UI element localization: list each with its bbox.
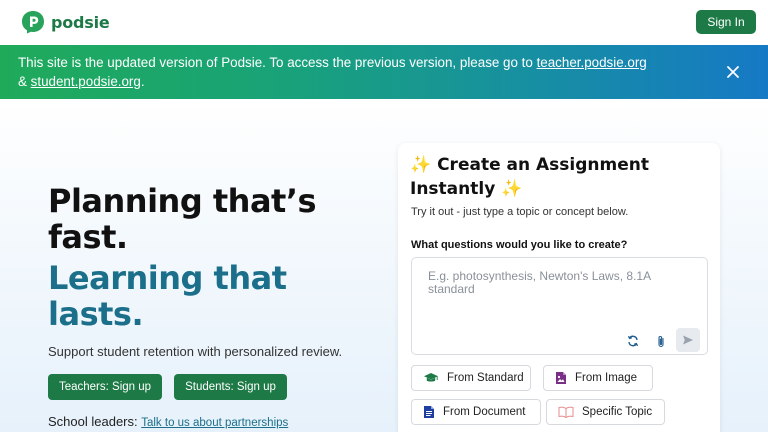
school-leaders-line: School leaders: Talk to us about partner… [48,414,288,429]
from-document-label: From Document [443,406,526,418]
specific-topic-button[interactable]: Specific Topic [546,399,665,425]
send-icon [683,335,693,345]
sign-in-button[interactable]: Sign In [696,10,756,34]
podsie-logo-icon [22,11,44,34]
close-icon[interactable] [726,65,740,79]
leaders-label: School leaders: [48,414,142,429]
notice-banner: This site is the updated version of Pods… [0,45,768,99]
specific-topic-label: Specific Topic [582,406,653,418]
banner-text: This site is the updated version of Pods… [18,55,537,70]
top-navbar: podsie Sign In [0,0,768,45]
topic-input-box [411,257,708,355]
podsie-logo[interactable]: podsie [21,10,110,34]
document-icon [424,406,434,418]
teacher-signup-button[interactable]: Teachers: Sign up [48,374,162,400]
assignment-generator-card: ✨ Create an Assignment Instantly ✨ Try i… [398,143,720,432]
question-label: What questions would you like to create? [411,239,628,251]
teacher-site-link[interactable]: teacher.podsie.org [537,55,647,70]
from-standard-button[interactable]: From Standard [411,365,531,391]
topic-input[interactable] [412,258,707,328]
from-image-label: From Image [575,372,637,384]
student-signup-button[interactable]: Students: Sign up [174,374,287,400]
student-site-link[interactable]: student.podsie.org [31,74,141,89]
from-standard-label: From Standard [447,372,524,384]
banner-message: This site is the updated version of Pods… [18,54,658,91]
hero-subtext: Support student retention with personali… [48,344,343,359]
attachment-icon[interactable] [652,332,670,350]
graduation-cap-icon [424,373,438,382]
from-document-button[interactable]: From Document [411,399,541,425]
banner-amp: & [18,73,31,89]
image-file-icon [556,372,566,384]
card-title: ✨ Create an Assignment Instantly ✨ [410,155,649,199]
card-subtitle: Try it out - just type a topic or concep… [411,206,629,218]
from-image-button[interactable]: From Image [543,365,653,391]
banner-period: . [140,73,145,89]
partnerships-link[interactable]: Talk to us about partnerships [141,417,288,429]
send-button[interactable] [676,328,700,352]
logo-text: podsie [51,12,110,32]
refresh-icon[interactable] [624,332,642,350]
open-book-icon [558,406,574,418]
headline-accent: Learning that lasts. [48,259,287,333]
headline: Planning that’s fast. [48,182,317,256]
